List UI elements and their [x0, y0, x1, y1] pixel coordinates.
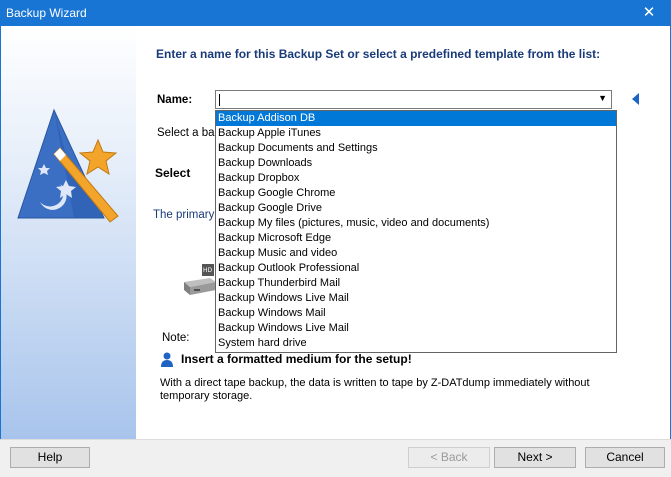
dropdown-item[interactable]: Backup Google Drive — [216, 201, 616, 216]
page-heading: Enter a name for this Backup Set or sele… — [156, 47, 601, 61]
left-arrow-icon[interactable] — [632, 93, 639, 105]
dropdown-item[interactable]: Backup My files (pictures, music, video … — [216, 216, 616, 231]
user-info-icon — [161, 352, 173, 367]
help-button[interactable]: Help — [10, 447, 90, 468]
dropdown-item[interactable]: Backup Windows Live Mail — [216, 321, 616, 336]
name-label: Name: — [157, 94, 193, 106]
dropdown-item[interactable]: Backup Windows Live Mail — [216, 291, 616, 306]
dropdown-item[interactable]: Backup Music and video — [216, 246, 616, 261]
next-button[interactable]: Next > — [494, 447, 576, 468]
dropdown-item[interactable]: Backup Microsoft Edge — [216, 231, 616, 246]
title-bar: Backup Wizard ✕ — [0, 0, 671, 26]
dropdown-item[interactable]: Backup Apple iTunes — [216, 126, 616, 141]
dropdown-item[interactable]: Backup Addison DB — [216, 111, 616, 126]
warning-text: Insert a formatted medium for the setup! — [181, 352, 412, 366]
dropdown-item[interactable]: System hard drive — [216, 336, 616, 351]
note-label: Note: — [162, 332, 190, 344]
button-bar: Help < Back Next > Cancel — [0, 439, 671, 477]
dropdown-item[interactable]: Backup Downloads — [216, 156, 616, 171]
hard-drive-icon: HD — [184, 264, 216, 295]
svg-text:HD: HD — [203, 267, 213, 274]
dropdown-item[interactable]: Backup Documents and Settings — [216, 141, 616, 156]
back-button[interactable]: < Back — [408, 447, 490, 468]
chevron-down-icon[interactable]: ▼ — [598, 93, 607, 103]
select-backup-text: Select a bac — [157, 127, 221, 139]
dropdown-item[interactable]: Backup Windows Mail — [216, 306, 616, 321]
wizard-sidebar — [1, 26, 136, 439]
tape-description-line1: With a direct tape backup, the data is w… — [160, 377, 590, 389]
wizard-hat-icon — [17, 108, 119, 223]
window-title: Backup Wizard — [6, 6, 87, 20]
template-dropdown-list[interactable]: Backup Addison DB Backup Apple iTunes Back… — [215, 110, 617, 353]
tape-description-line2: temporary storage. — [160, 390, 253, 402]
select-label: Select — [155, 166, 191, 180]
close-button[interactable]: ✕ — [627, 0, 671, 26]
dropdown-item[interactable]: Backup Thunderbird Mail — [216, 276, 616, 291]
primary-text: The primary b — [153, 209, 224, 221]
dropdown-item[interactable]: Backup Google Chrome — [216, 186, 616, 201]
backup-name-combobox[interactable]: ▼ — [215, 90, 612, 109]
dropdown-item[interactable]: Backup Dropbox — [216, 171, 616, 186]
text-caret — [219, 94, 220, 106]
dropdown-item[interactable]: Backup Outlook Professional — [216, 261, 616, 276]
cancel-button[interactable]: Cancel — [585, 447, 665, 468]
